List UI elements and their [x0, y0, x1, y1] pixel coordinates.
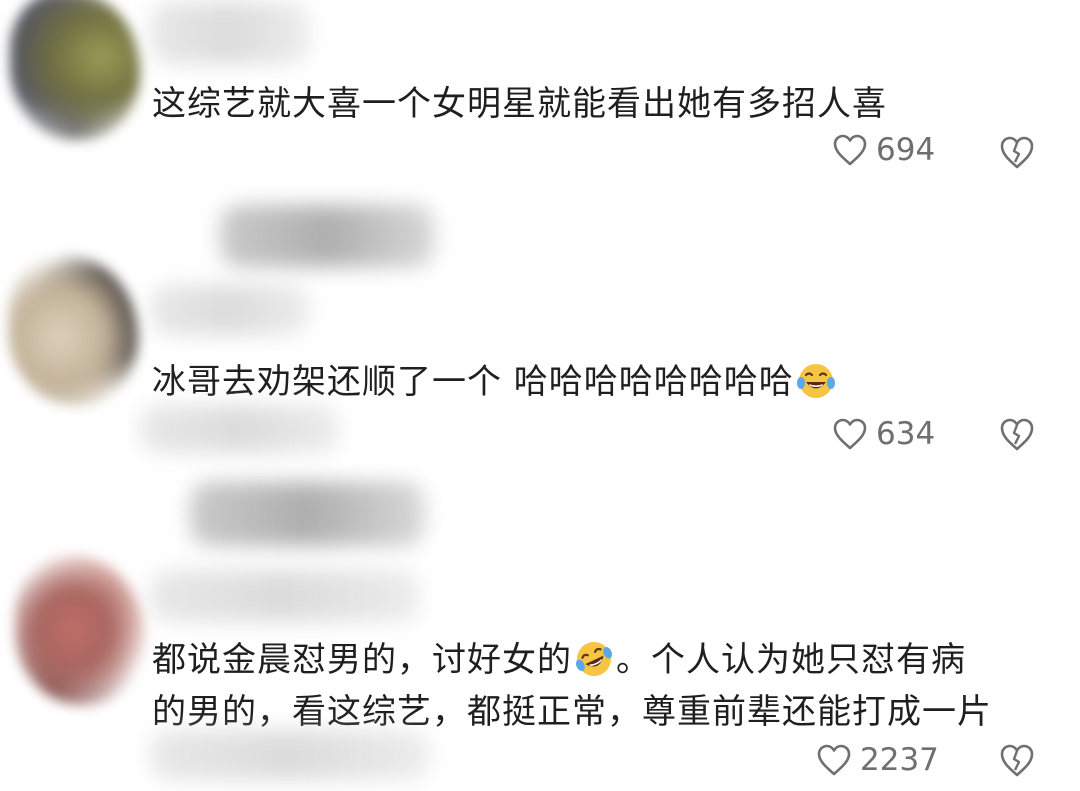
avatar[interactable]: [8, 255, 138, 405]
rolling-laughing-emoji: [575, 642, 613, 676]
user-meta-redacted: [150, 285, 310, 335]
like-count: 694: [876, 132, 936, 168]
like-button[interactable]: 694: [832, 132, 935, 168]
laughing-tears-emoji: [796, 364, 835, 398]
like-count: 2237: [860, 742, 939, 778]
username-redacted: [190, 482, 425, 546]
heart-outline-icon: [833, 418, 867, 450]
avatar[interactable]: [10, 0, 140, 140]
like-count: 634: [876, 416, 936, 452]
comment-text: 都说金晨怼男的，讨好女的 。个人认为她只怼有病: [152, 636, 966, 684]
dislike-button[interactable]: [998, 742, 1036, 782]
comment-text: 冰哥去劝架还顺了一个 哈哈哈哈哈哈哈哈: [152, 358, 838, 406]
comment-actions: 634: [832, 416, 935, 452]
broken-heart-icon: [1000, 136, 1034, 169]
heart-outline-icon: [833, 134, 867, 166]
like-button[interactable]: 634: [832, 416, 935, 452]
reply-redacted: [150, 730, 430, 780]
heart-outline-icon: [817, 744, 851, 776]
comment-text-body: 。个人认为她只怼有病: [616, 640, 966, 680]
comment-actions: 2237: [816, 742, 939, 778]
like-button[interactable]: 2237: [816, 742, 939, 778]
broken-heart-icon: [1000, 418, 1034, 451]
comment-text: 这综艺就大喜一个女明星就能看出她有多招人喜: [152, 84, 887, 124]
comment-actions: 694: [832, 132, 935, 168]
dislike-button[interactable]: [998, 134, 1036, 174]
username-redacted: [220, 205, 435, 267]
comment-text-line2: 的男的，看这综艺，都挺正常，尊重前辈还能打成一片: [152, 692, 992, 732]
user-meta-redacted: [150, 570, 420, 622]
broken-heart-icon: [1000, 744, 1034, 777]
username-redacted: [150, 2, 310, 64]
dislike-button[interactable]: [998, 416, 1036, 456]
comment-text-body: 冰哥去劝架还顺了一个 哈哈哈哈哈哈哈哈: [152, 362, 794, 402]
reply-redacted: [140, 405, 340, 453]
comment-text-body: 都说金晨怼男的，讨好女的: [152, 640, 572, 680]
avatar[interactable]: [15, 555, 145, 705]
